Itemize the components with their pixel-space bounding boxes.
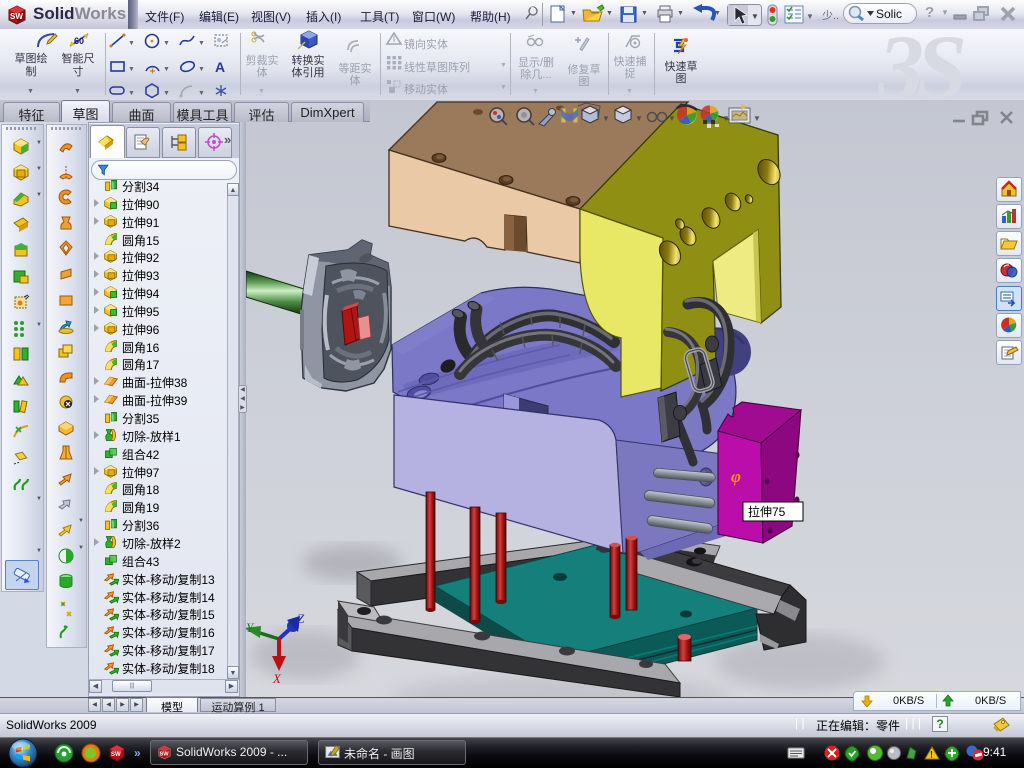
svg-text:A: A [215,59,225,75]
svg-text:▼: ▼ [753,114,761,123]
svg-text:▼: ▼ [602,114,610,123]
svg-text:▼: ▼ [635,114,643,123]
svg-text:SW: SW [111,752,121,758]
svg-text:▼: ▼ [806,12,814,21]
svg-text:!: ! [930,750,933,760]
svg-text:▼: ▼ [751,12,759,21]
svg-text:少..: 少.. [822,9,839,22]
svg-text:SW: SW [160,751,170,757]
svg-text:Z: Z [297,611,305,626]
svg-text:SW: SW [10,12,23,21]
svg-text:»: » [134,746,141,760]
svg-text:φ: φ [731,467,741,486]
svg-text:拉伸75: 拉伸75 [748,504,786,519]
svg-text:60: 60 [74,36,84,46]
svg-text:▼: ▼ [668,114,676,123]
svg-text:X: X [272,671,282,686]
